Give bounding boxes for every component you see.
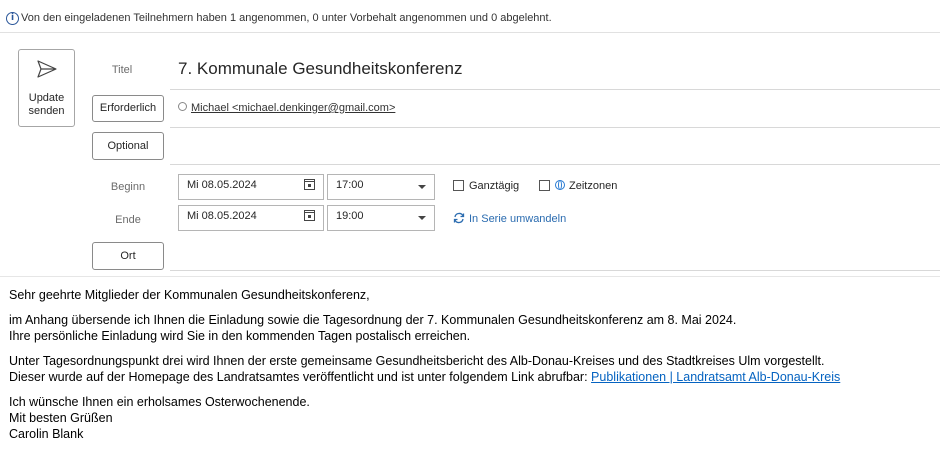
start-label: Beginn: [110, 181, 146, 193]
start-date-field[interactable]: Mi 08.05.2024: [178, 174, 324, 200]
convert-to-series-link[interactable]: In Serie umwandeln: [453, 212, 566, 225]
divider: [0, 276, 940, 277]
end-date-value: Mi 08.05.2024: [187, 210, 257, 222]
end-time-value: 19:00: [336, 210, 364, 222]
start-time-value: 17:00: [336, 179, 364, 191]
body-closing-1: Ich wünsche Ihnen ein erholsames Osterwo…: [9, 395, 310, 409]
required-button[interactable]: Erforderlich: [92, 95, 164, 122]
calendar-icon[interactable]: [304, 179, 315, 190]
body-closing-2: Mit besten Grüßen: [9, 411, 113, 425]
body-paragraph-1-line-2: Ihre persönliche Einladung wird Sie in d…: [9, 329, 471, 343]
end-date-field[interactable]: Mi 08.05.2024: [178, 205, 324, 231]
info-bar-text: Von den eingeladenen Teilnehmern haben 1…: [21, 12, 552, 24]
series-label: In Serie umwandeln: [469, 213, 567, 225]
body-paragraph-1-line-1: im Anhang übersende ich Ihnen die Einlad…: [9, 313, 737, 327]
send-button-label: Update senden: [19, 92, 74, 118]
body-paragraph-2-text: Dieser wurde auf der Homepage des Landra…: [9, 370, 592, 384]
body-greeting: Sehr geehrte Mitglieder der Kommunalen G…: [9, 288, 370, 302]
calendar-icon[interactable]: [304, 210, 315, 221]
status-circle-icon: [178, 102, 187, 111]
message-body[interactable]: Sehr geehrte Mitglieder der Kommunalen G…: [9, 287, 934, 442]
title-input[interactable]: 7. Kommunale Gesundheitskonferenz: [178, 59, 462, 79]
chevron-down-icon[interactable]: [418, 185, 426, 189]
info-bar: i Von den eingeladenen Teilnehmern haben…: [0, 10, 940, 30]
timezones-toggle[interactable]: Zeitzonen: [539, 180, 617, 192]
send-label-line1: Update: [28, 92, 65, 104]
end-time-field[interactable]: 19:00: [327, 205, 435, 231]
divider: [170, 164, 940, 165]
send-label-line2: senden: [28, 105, 65, 117]
start-date-value: Mi 08.05.2024: [187, 179, 257, 191]
end-label: Ende: [115, 214, 141, 226]
divider: [0, 32, 940, 33]
all-day-checkbox-box[interactable]: [453, 180, 464, 191]
body-paragraph-2-line-1: Unter Tagesordnungspunkt drei wird Ihnen…: [9, 354, 825, 368]
timezones-checkbox-box[interactable]: [539, 180, 550, 191]
recurrence-icon: [453, 212, 465, 224]
update-send-button[interactable]: Update senden: [18, 49, 75, 127]
required-attendee[interactable]: Michael <michael.denkinger@gmail.com>: [178, 102, 395, 114]
publications-link[interactable]: Publikationen | Landratsamt Alb-Donau-Kr…: [591, 370, 840, 384]
all-day-checkbox[interactable]: Ganztägig: [453, 180, 519, 192]
title-label: Titel: [111, 64, 133, 76]
info-icon: i: [6, 12, 19, 25]
location-button[interactable]: Ort: [92, 242, 164, 270]
body-signature: Carolin Blank: [9, 427, 84, 441]
all-day-label: Ganztägig: [469, 180, 520, 192]
send-icon: [37, 60, 57, 78]
body-paragraph-2-line-2: Dieser wurde auf der Homepage des Landra…: [9, 369, 934, 385]
divider: [170, 127, 940, 128]
start-time-field[interactable]: 17:00: [327, 174, 435, 200]
chevron-down-icon[interactable]: [418, 216, 426, 220]
timezones-label: Zeitzonen: [569, 180, 618, 192]
globe-icon: [555, 180, 565, 190]
optional-button[interactable]: Optional: [92, 132, 164, 160]
divider: [170, 89, 940, 90]
attendee-name: Michael <michael.denkinger@gmail.com>: [191, 102, 396, 114]
divider: [170, 270, 940, 271]
